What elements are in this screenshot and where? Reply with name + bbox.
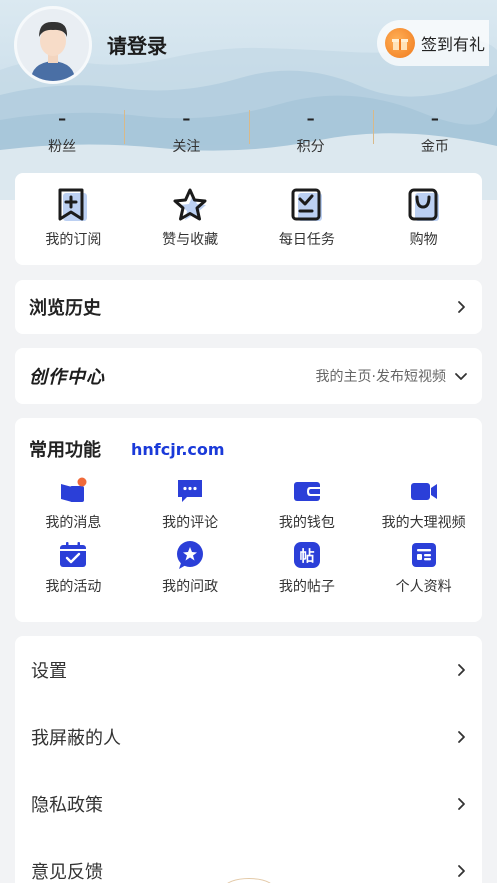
my-comments-button[interactable]: 我的评论	[132, 476, 249, 532]
quick-action-label: 购物	[409, 232, 438, 248]
my-dali-videos-button[interactable]: 我的大理视频	[365, 476, 482, 532]
task-icon	[291, 188, 322, 221]
creation-center-logo: 创作中心	[29, 367, 105, 388]
calendar-check-icon	[60, 542, 87, 567]
watermark-text: hnfcjr.com	[131, 439, 225, 459]
shopping-button[interactable]: 购物	[365, 173, 482, 265]
stat-coins[interactable]: – 金币	[372, 108, 497, 158]
quick-action-label: 我的订阅	[45, 232, 102, 248]
daily-tasks-button[interactable]: 每日任务	[249, 173, 366, 265]
my-activities-button[interactable]: 我的活动	[15, 540, 132, 596]
svg-text:帖: 帖	[299, 547, 314, 565]
chevron-right-icon	[458, 301, 465, 313]
function-label: 我的大理视频	[381, 515, 466, 531]
stat-label: 金币	[420, 139, 449, 155]
privacy-policy-row[interactable]: 隐私政策	[15, 770, 482, 837]
settings-row[interactable]: 设置	[15, 636, 482, 703]
wallet-icon	[293, 482, 320, 501]
function-label: 我的消息	[45, 515, 102, 531]
comment-icon	[178, 480, 203, 502]
sign-in-reward-button[interactable]: 签到有礼	[377, 20, 489, 66]
quick-action-label: 每日任务	[278, 232, 335, 248]
profile-header: 请登录 签到有礼 – 粉丝 – 关注 – 积分 – 金币	[0, 0, 497, 200]
stat-fans[interactable]: – 粉丝	[0, 108, 124, 158]
stat-value: –	[182, 109, 191, 128]
my-subscriptions-button[interactable]: 我的订阅	[15, 173, 132, 265]
likes-favorites-button[interactable]: 赞与收藏	[132, 173, 249, 265]
function-label: 个人资料	[395, 579, 452, 595]
chevron-down-icon[interactable]	[454, 369, 468, 383]
settings-row-label: 设置	[31, 660, 67, 682]
common-functions-title: 常用功能	[29, 440, 101, 461]
shopping-bag-icon	[408, 188, 439, 221]
chevron-right-icon	[458, 864, 465, 877]
message-icon	[61, 477, 87, 502]
function-label: 我的活动	[45, 579, 102, 595]
my-messages-button[interactable]: 我的消息	[15, 476, 132, 532]
sign-in-label: 签到有礼	[421, 35, 486, 54]
gift-icon	[385, 28, 415, 58]
settings-row-label: 我屏蔽的人	[31, 727, 121, 749]
stat-points[interactable]: – 积分	[248, 108, 373, 158]
video-camera-icon	[410, 483, 437, 500]
star-bubble-icon	[177, 541, 204, 569]
quick-action-label: 赞与收藏	[162, 232, 219, 248]
star-icon	[173, 188, 207, 221]
function-label: 我的评论	[162, 515, 219, 531]
function-label: 我的问政	[162, 579, 219, 595]
common-functions-card: 常用功能 hnfcjr.com 我的消息 我的评论 我的钱包 我的大理视频 我的…	[15, 418, 482, 622]
my-wallet-button[interactable]: 我的钱包	[249, 476, 366, 532]
login-prompt[interactable]: 请登录	[107, 30, 167, 59]
feedback-row[interactable]: 意见反馈	[15, 837, 482, 883]
my-inquiries-button[interactable]: 我的问政	[132, 540, 249, 596]
stat-value: –	[58, 109, 67, 128]
bookmark-plus-icon	[58, 188, 88, 221]
stat-label: 积分	[296, 139, 325, 155]
stat-value: –	[306, 109, 315, 128]
quick-actions-card: 我的订阅 赞与收藏 每日任务 购物	[15, 173, 482, 265]
browsing-history-title: 浏览历史	[29, 298, 101, 319]
chevron-right-icon	[458, 730, 465, 743]
browsing-history-row[interactable]: 浏览历史	[15, 280, 482, 334]
settings-row-label: 隐私政策	[31, 794, 103, 816]
settings-list: 设置 我屏蔽的人 隐私政策 意见反馈	[15, 636, 482, 883]
stat-following[interactable]: – 关注	[124, 108, 248, 158]
profile-card-icon	[411, 543, 436, 567]
stat-label: 关注	[172, 139, 201, 155]
creation-center-links[interactable]: 我的主页·发布短视频	[316, 366, 446, 386]
my-posts-button[interactable]: 帖 我的帖子	[249, 540, 366, 596]
user-avatar-icon	[17, 9, 89, 81]
post-icon: 帖	[293, 542, 320, 568]
avatar[interactable]	[14, 6, 92, 84]
chevron-right-icon	[458, 663, 465, 676]
function-label: 我的帖子	[278, 579, 335, 595]
chevron-right-icon	[458, 797, 465, 810]
creation-center-row[interactable]: 创作中心 我的主页·发布短视频	[15, 348, 482, 404]
personal-profile-button[interactable]: 个人资料	[365, 540, 482, 596]
blocked-users-row[interactable]: 我屏蔽的人	[15, 703, 482, 770]
stat-label: 粉丝	[48, 139, 77, 155]
stats-bar: – 粉丝 – 关注 – 积分 – 金币	[0, 108, 497, 158]
function-label: 我的钱包	[278, 515, 335, 531]
stat-value: –	[430, 109, 439, 128]
